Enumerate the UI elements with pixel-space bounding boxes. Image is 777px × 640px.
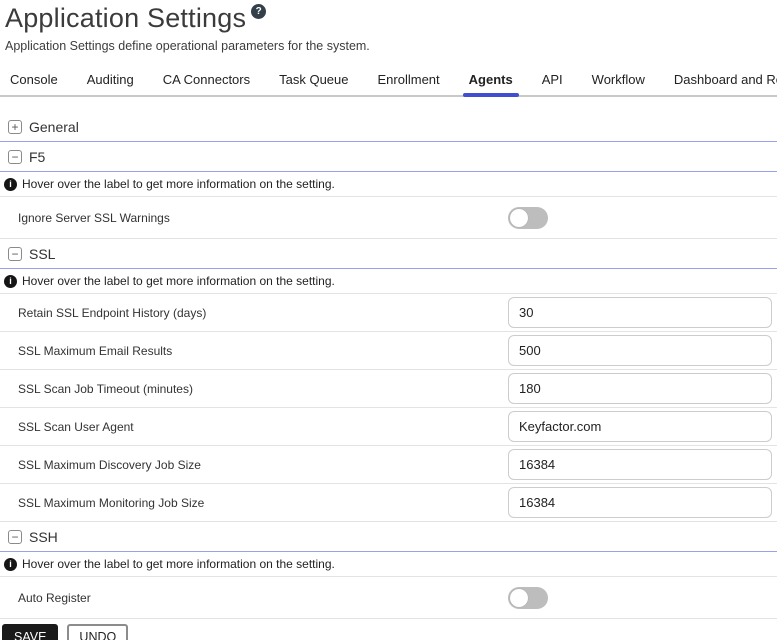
section-title-ssh: SSH (29, 529, 58, 545)
section-title-ssl: SSL (29, 246, 55, 262)
section-header-f5[interactable]: − F5 (0, 142, 777, 172)
settings-tabbar: Console Auditing CA Connectors Task Queu… (0, 66, 777, 97)
tab-dashboard-and-reports[interactable]: Dashboard and Reports (674, 66, 777, 95)
toggle-knob (510, 209, 528, 227)
auto-register-toggle[interactable] (508, 587, 548, 609)
info-icon: i (4, 558, 17, 571)
save-button[interactable]: SAVE (2, 624, 58, 640)
ssl-maximum-monitoring-job-size-input[interactable] (508, 487, 772, 518)
setting-label: SSL Maximum Email Results (18, 344, 508, 358)
page-header: Application Settings ? Application Setti… (0, 0, 777, 53)
ignore-server-ssl-warnings-toggle[interactable] (508, 207, 548, 229)
info-banner-ssh: i Hover over the label to get more infor… (0, 552, 777, 577)
setting-label: Auto Register (18, 591, 508, 605)
page-title: Application Settings (5, 2, 246, 34)
setting-label: SSL Scan Job Timeout (minutes) (18, 382, 508, 396)
undo-button[interactable]: UNDO (67, 624, 128, 640)
setting-label: SSL Scan User Agent (18, 420, 508, 434)
help-icon[interactable]: ? (251, 4, 266, 19)
setting-row-ignore-server-ssl-warnings: Ignore Server SSL Warnings (0, 197, 777, 239)
section-header-ssl[interactable]: − SSL (0, 239, 777, 269)
section-header-general[interactable]: + General (0, 112, 777, 142)
info-text: Hover over the label to get more informa… (22, 274, 335, 288)
setting-row-ssl-scan-user-agent: SSL Scan User Agent (0, 408, 777, 446)
ssl-maximum-discovery-job-size-input[interactable] (508, 449, 772, 480)
tab-task-queue[interactable]: Task Queue (279, 66, 348, 95)
page-subtitle: Application Settings define operational … (5, 39, 777, 53)
tab-console[interactable]: Console (10, 66, 58, 95)
setting-row-ssl-maximum-email-results: SSL Maximum Email Results (0, 332, 777, 370)
ssl-scan-user-agent-input[interactable] (508, 411, 772, 442)
settings-sections: + General − F5 i Hover over the label to… (0, 112, 777, 619)
tab-workflow[interactable]: Workflow (592, 66, 645, 95)
info-text: Hover over the label to get more informa… (22, 557, 335, 571)
setting-label: Ignore Server SSL Warnings (18, 211, 508, 225)
info-icon: i (4, 178, 17, 191)
setting-label: Retain SSL Endpoint History (days) (18, 306, 508, 320)
ssl-maximum-email-results-input[interactable] (508, 335, 772, 366)
expand-icon[interactable]: + (8, 120, 22, 134)
section-title-general: General (29, 119, 79, 135)
section-title-f5: F5 (29, 149, 45, 165)
footer-actions: SAVE UNDO (0, 619, 777, 640)
setting-row-ssl-maximum-monitoring-job-size: SSL Maximum Monitoring Job Size (0, 484, 777, 522)
setting-row-ssl-maximum-discovery-job-size: SSL Maximum Discovery Job Size (0, 446, 777, 484)
ssl-scan-job-timeout-input[interactable] (508, 373, 772, 404)
setting-row-retain-ssl-endpoint-history: Retain SSL Endpoint History (days) (0, 294, 777, 332)
setting-row-auto-register: Auto Register (0, 577, 777, 619)
info-icon: i (4, 275, 17, 288)
tab-api[interactable]: API (542, 66, 563, 95)
tab-auditing[interactable]: Auditing (87, 66, 134, 95)
collapse-icon[interactable]: − (8, 150, 22, 164)
retain-ssl-endpoint-history-input[interactable] (508, 297, 772, 328)
setting-label: SSL Maximum Discovery Job Size (18, 458, 508, 472)
collapse-icon[interactable]: − (8, 247, 22, 261)
info-text: Hover over the label to get more informa… (22, 177, 335, 191)
toggle-knob (510, 589, 528, 607)
tab-agents[interactable]: Agents (469, 66, 513, 95)
setting-row-ssl-scan-job-timeout: SSL Scan Job Timeout (minutes) (0, 370, 777, 408)
collapse-icon[interactable]: − (8, 530, 22, 544)
setting-label: SSL Maximum Monitoring Job Size (18, 496, 508, 510)
section-header-ssh[interactable]: − SSH (0, 522, 777, 552)
info-banner-ssl: i Hover over the label to get more infor… (0, 269, 777, 294)
tab-ca-connectors[interactable]: CA Connectors (163, 66, 250, 95)
info-banner-f5: i Hover over the label to get more infor… (0, 172, 777, 197)
tab-enrollment[interactable]: Enrollment (378, 66, 440, 95)
